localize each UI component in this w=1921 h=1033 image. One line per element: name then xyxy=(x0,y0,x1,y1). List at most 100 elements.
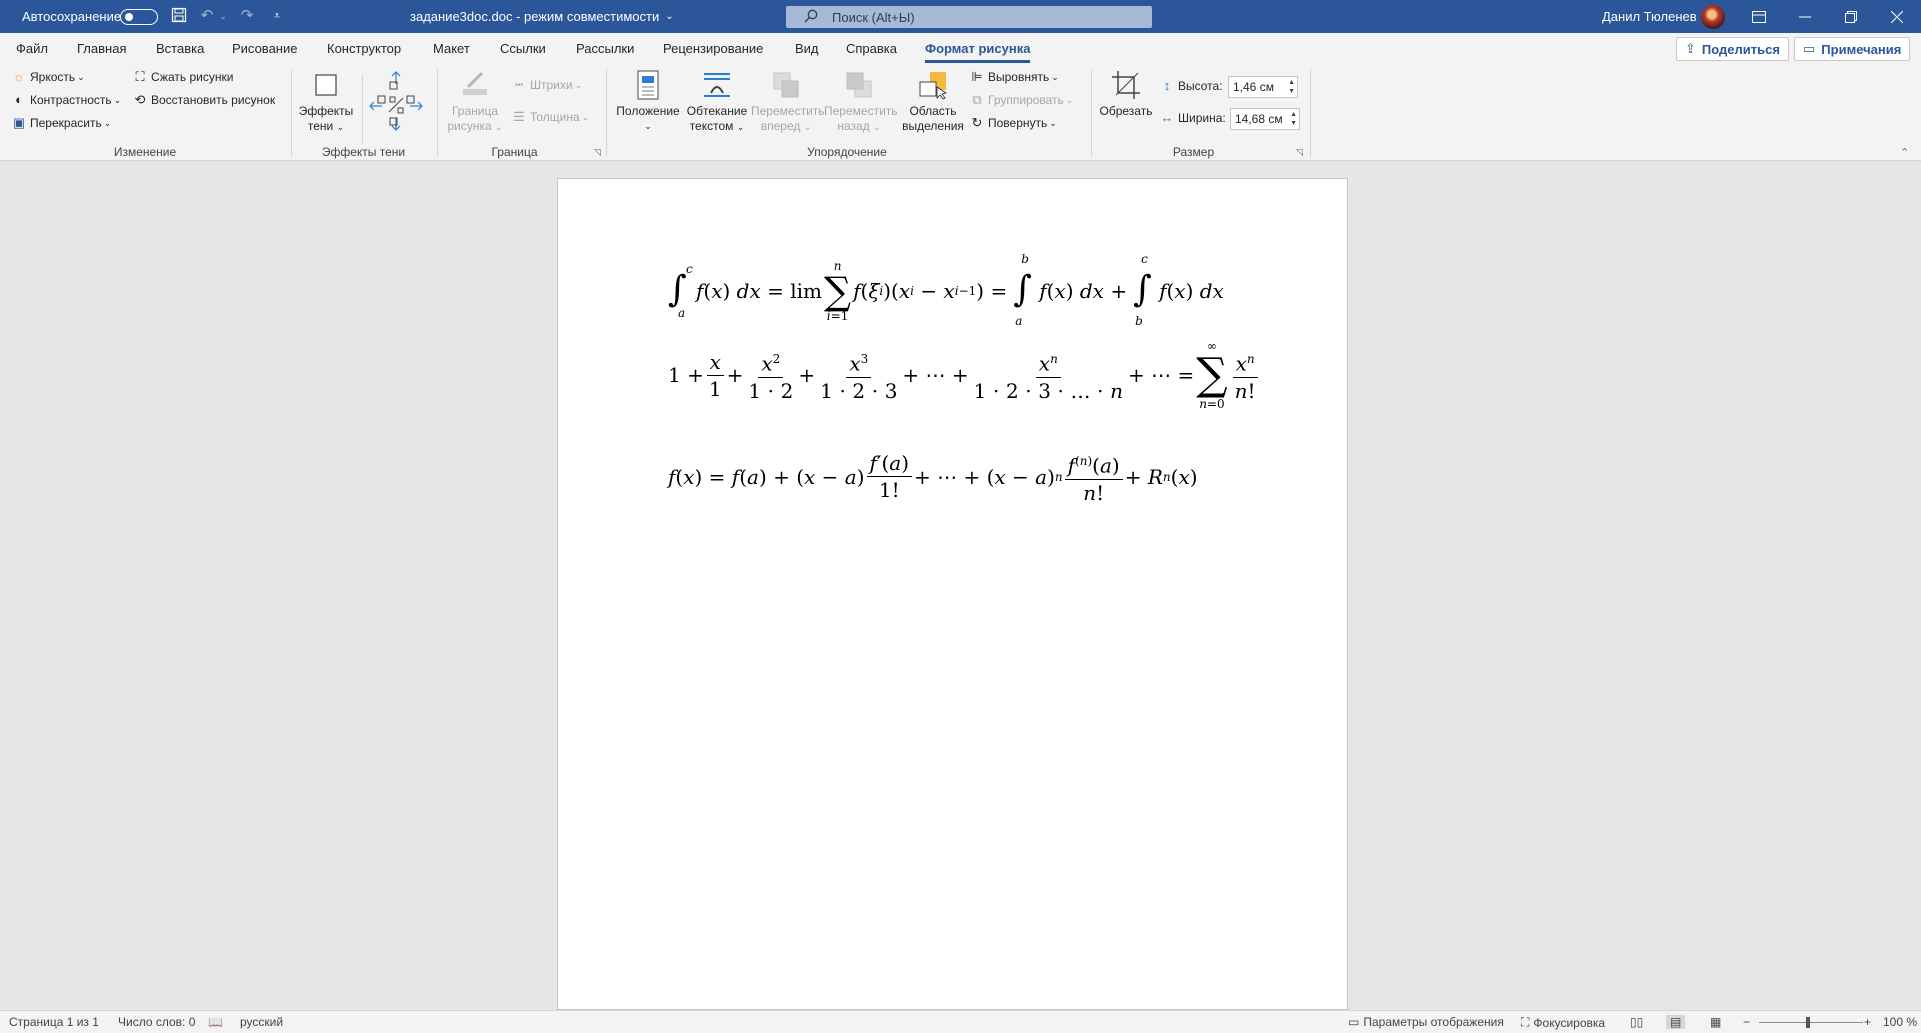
autosave-toggle[interactable] xyxy=(120,9,158,25)
read-mode-icon[interactable]: ▯▯ xyxy=(1630,1015,1643,1029)
contrast-button[interactable]: ◐ Контрастность ⌄ xyxy=(12,93,121,108)
search-input[interactable]: Поиск (Alt+Ы) xyxy=(786,6,1152,28)
collapse-ribbon-icon[interactable]: ⌃ xyxy=(1900,146,1909,159)
print-layout-icon[interactable]: ▤ xyxy=(1666,1015,1686,1029)
shadow-nudge-controls xyxy=(366,68,426,138)
picture-border-label-1: Граница xyxy=(451,104,499,118)
group-label-shadow: Эффекты тени xyxy=(321,145,406,159)
web-layout-icon[interactable]: ▦ xyxy=(1710,1015,1721,1029)
shadow-toggle-icon xyxy=(388,96,404,114)
avatar[interactable] xyxy=(1701,5,1725,29)
tab-design[interactable]: Конструктор xyxy=(327,41,401,56)
redo-icon[interactable]: ↷ xyxy=(238,7,256,25)
display-settings-button[interactable]: ▭ Параметры отображения xyxy=(1348,1015,1504,1029)
chevron-down-icon: ⌄ xyxy=(103,117,112,128)
zoom-level[interactable]: 100 % xyxy=(1883,1015,1917,1029)
tab-file[interactable]: Файл xyxy=(16,41,48,56)
tab-view[interactable]: Вид xyxy=(795,41,819,56)
selection-pane-label-2: выделения xyxy=(902,119,964,133)
user-name[interactable]: Данил Тюленев xyxy=(1602,0,1697,33)
weight-button[interactable]: ☰ Толщина ⌄ xyxy=(512,109,589,125)
tab-references[interactable]: Ссылки xyxy=(500,41,546,56)
picture-border-button[interactable]: Граница рисунка ⌄ xyxy=(442,70,508,135)
position-button[interactable]: Положение ⌄ xyxy=(612,70,684,134)
language-indicator[interactable]: русский xyxy=(240,1015,283,1029)
brightness-button[interactable]: ☼ Яркость ⌄ xyxy=(12,70,85,85)
focus-button[interactable]: ⛶ Фокусировка xyxy=(1521,1015,1605,1030)
save-icon[interactable] xyxy=(170,7,188,25)
zoom-slider[interactable] xyxy=(1759,1022,1863,1023)
bring-forward-label-2: вперед ⌄ xyxy=(760,119,812,133)
document-title[interactable]: задание3doc.doc - режим совместимости ⌄ xyxy=(410,0,674,33)
tab-draw[interactable]: Рисование xyxy=(232,41,297,56)
sum-symbol: n ∑ i=1 xyxy=(824,259,852,323)
reset-picture-button[interactable]: ⟲ Восстановить рисунок xyxy=(133,93,276,108)
proofing-icon[interactable]: 📖 xyxy=(208,1015,223,1029)
zoom-in-icon[interactable]: + xyxy=(1864,1015,1871,1029)
zoom-slider-thumb[interactable] xyxy=(1806,1017,1810,1028)
customize-toolbar-icon[interactable]: ⩡ xyxy=(268,7,286,25)
ribbon-display-options-icon[interactable] xyxy=(1736,0,1782,33)
recolor-label: Перекрасить xyxy=(30,116,102,130)
document-page[interactable]: ∫ c a f(x) dx = lim n ∑ i=1 f(ξ i)(x i − x i−1)… xyxy=(557,178,1348,1010)
spinner-arrows-icon[interactable]: ▲ ▼ xyxy=(1290,110,1297,128)
tab-layout[interactable]: Макет xyxy=(433,41,470,56)
integral-symbol: ∫ b a xyxy=(1013,252,1032,328)
close-icon[interactable] xyxy=(1874,0,1920,33)
align-button[interactable]: ⊫ Выровнять ⌄ xyxy=(970,70,1059,85)
sum-symbol: ∞ ∑ n=0 xyxy=(1196,339,1228,411)
tab-home[interactable]: Главная xyxy=(77,41,126,56)
send-backward-button[interactable]: Переместить назад ⌄ xyxy=(824,70,898,135)
send-backward-label-2: назад ⌄ xyxy=(837,119,881,133)
comments-label: Примечания xyxy=(1821,41,1902,57)
chevron-down-icon: ⌄ xyxy=(1049,117,1057,128)
equation-taylor[interactable]: f(x) = f(a) + (x − a) f′(a) 1! + ⋯ + (x −… xyxy=(668,449,1198,504)
zoom-out-icon[interactable]: − xyxy=(1743,1015,1750,1029)
share-button[interactable]: ⇪ Поделиться xyxy=(1676,37,1789,61)
group-button[interactable]: ⧉ Группировать ⌄ xyxy=(970,92,1073,108)
dialog-launcher-icon[interactable]: ◹ xyxy=(594,147,601,158)
integral-symbol: ∫ c a xyxy=(668,262,693,320)
height-field[interactable]: 1,46 см ▲ ▼ xyxy=(1228,76,1298,98)
dialog-launcher-icon[interactable]: ◹ xyxy=(1296,147,1303,158)
rotate-button[interactable]: ↻ Повернуть ⌄ xyxy=(970,115,1057,131)
menu-bar: Файл Главная Вставка Рисование Конструкт… xyxy=(0,33,1921,64)
selection-pane-button[interactable]: Область выделения xyxy=(900,70,966,134)
tab-mailings[interactable]: Рассылки xyxy=(576,41,634,56)
tab-help[interactable]: Справка xyxy=(846,41,897,56)
group-icon: ⧉ xyxy=(972,92,982,107)
word-count[interactable]: Число слов: 0 xyxy=(118,1015,195,1029)
align-label: Выровнять xyxy=(988,70,1050,84)
tab-insert[interactable]: Вставка xyxy=(156,41,204,56)
restore-icon[interactable] xyxy=(1828,0,1874,33)
wrap-text-button[interactable]: Обтекание текстом ⌄ xyxy=(682,70,752,135)
position-icon xyxy=(632,70,664,100)
width-field[interactable]: 14,68 см ▲ ▼ xyxy=(1230,108,1300,130)
comments-button[interactable]: ▭ Примечания xyxy=(1794,37,1911,61)
bring-forward-button[interactable]: Переместить вперед ⌄ xyxy=(751,70,825,135)
dashes-button[interactable]: ┅ Штрихи ⌄ xyxy=(512,78,582,93)
equation-series[interactable]: 1 + x1 + x2 1 ⋅ 2 + x3 1 ⋅ 2 ⋅ 3 + ⋯ + xn 1… xyxy=(668,339,1261,411)
minimize-icon[interactable] xyxy=(1782,0,1828,33)
equation-integral[interactable]: ∫ c a f(x) dx = lim n ∑ i=1 f(ξ i)(x i − x i−1)… xyxy=(668,252,1224,328)
spinner-arrows-icon[interactable]: ▲ ▼ xyxy=(1288,78,1295,96)
group-separator xyxy=(437,69,438,157)
page-counter[interactable]: Страница 1 из 1 xyxy=(9,1015,99,1029)
tab-picture-format[interactable]: Формат рисунка xyxy=(925,41,1031,63)
weight-icon: ☰ xyxy=(513,109,525,124)
search-placeholder: Поиск (Alt+Ы) xyxy=(832,9,915,25)
shadow-effects-button[interactable]: Эффекты тени ⌄ xyxy=(296,70,356,135)
crop-button[interactable]: Обрезать xyxy=(1096,70,1156,119)
nudge-down-icon xyxy=(389,117,401,131)
contrast-label: Контрастность xyxy=(30,93,112,107)
bring-forward-label-1: Переместить xyxy=(751,104,825,118)
chevron-down-icon: ⌄ xyxy=(1051,71,1059,82)
tab-review[interactable]: Рецензирование xyxy=(663,41,763,56)
compress-icon: ⛶ xyxy=(135,69,145,84)
undo-dropdown-icon[interactable]: ⌄ xyxy=(214,7,232,25)
recolor-button[interactable]: ▣ Перекрасить ⌄ xyxy=(12,116,112,131)
compress-pictures-button[interactable]: ⛶ Сжать рисунки xyxy=(133,69,233,85)
rotate-icon: ↻ xyxy=(971,115,983,130)
comment-icon: ▭ xyxy=(1803,41,1816,56)
group-separator xyxy=(606,69,607,157)
